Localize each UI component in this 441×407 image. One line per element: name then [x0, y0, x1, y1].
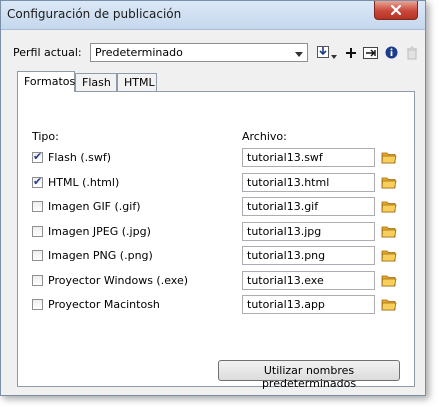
format-row: ✔ Flash (.swf) tutorial13.swf — [18, 148, 414, 170]
folder-icon[interactable] — [381, 199, 397, 214]
type-header: Tipo: — [32, 130, 59, 143]
format-checkbox[interactable] — [32, 299, 43, 310]
format-checkbox[interactable] — [32, 250, 43, 261]
dialog-title: Configuración de publicación — [7, 7, 182, 21]
format-row: Proyector Macintosh tutorial13.app — [18, 295, 414, 317]
profile-selected-value: Predeterminado — [95, 46, 183, 59]
file-name-input[interactable]: tutorial13.app — [242, 295, 375, 314]
check-icon: ✔ — [33, 174, 43, 188]
duplicate-icon — [363, 46, 378, 59]
use-default-names-button[interactable]: Utilizar nombres predeterminados — [218, 360, 400, 390]
file-name-input[interactable]: tutorial13.exe — [242, 270, 375, 290]
folder-icon[interactable] — [381, 175, 397, 190]
format-checkbox[interactable]: ✔ — [32, 150, 43, 163]
format-row: Proyector Windows (.exe) tutorial13.exe — [18, 270, 414, 293]
import-export-icon — [317, 46, 337, 59]
info-icon — [385, 46, 398, 59]
plus-icon — [345, 47, 356, 58]
add-profile-button[interactable] — [341, 43, 360, 62]
format-label: Proyector Windows (.exe) — [48, 273, 189, 287]
profile-info-button[interactable] — [382, 43, 401, 62]
format-checkbox[interactable] — [32, 201, 43, 212]
file-name-input[interactable]: tutorial13.html — [242, 172, 375, 192]
duplicate-profile-button[interactable] — [361, 43, 380, 62]
format-checkbox[interactable] — [32, 225, 43, 237]
file-name-input[interactable]: tutorial13.gif — [242, 197, 375, 216]
check-icon: ✔ — [33, 150, 43, 163]
format-label: HTML (.html) — [48, 175, 120, 189]
close-button[interactable] — [374, 1, 418, 20]
format-row: Imagen JPEG (.jpg) tutorial13.jpg — [18, 221, 414, 244]
file-header: Archivo: — [242, 130, 287, 143]
format-label: Proyector Macintosh — [48, 298, 160, 311]
format-row: Imagen PNG (.png) tutorial13.png — [18, 246, 414, 268]
profile-label: Perfil actual: — [13, 46, 82, 59]
tab-formatos[interactable]: Formatos — [17, 71, 75, 92]
tab-html[interactable]: HTML — [117, 73, 157, 91]
file-name-input[interactable]: tutorial13.jpg — [242, 221, 375, 241]
format-checkbox[interactable]: ✔ — [32, 174, 43, 188]
format-row: Imagen GIF (.gif) tutorial13.gif — [18, 197, 414, 219]
file-name-input[interactable]: tutorial13.png — [242, 246, 375, 265]
tab-flash[interactable]: Flash — [75, 73, 117, 91]
format-checkbox[interactable] — [32, 274, 43, 286]
folder-icon[interactable] — [381, 224, 397, 239]
format-row: ✔ HTML (.html) tutorial13.html — [18, 172, 414, 195]
folder-icon[interactable] — [381, 273, 397, 288]
import-export-button[interactable] — [315, 43, 339, 62]
trash-icon — [406, 46, 417, 59]
close-icon — [391, 5, 401, 15]
format-label: Imagen PNG (.png) — [48, 249, 153, 262]
title-bar: Configuración de publicación — [1, 1, 425, 30]
file-name-input[interactable]: tutorial13.swf — [242, 148, 375, 167]
format-label: Flash (.swf) — [48, 151, 112, 164]
format-label: Imagen JPEG (.jpg) — [48, 224, 151, 238]
delete-profile-button[interactable] — [402, 43, 421, 62]
folder-icon[interactable] — [381, 248, 397, 263]
formats-panel: Tipo: Archivo: ✔ Flash (.swf) tutorial13.s… — [17, 91, 415, 390]
chevron-down-icon — [295, 48, 303, 61]
format-label: Imagen GIF (.gif) — [48, 200, 141, 213]
folder-icon[interactable] — [381, 150, 397, 165]
profile-select[interactable]: Predeterminado — [90, 43, 308, 62]
folder-icon[interactable] — [381, 297, 397, 312]
publish-settings-dialog: Configuración de publicación Perfil actu… — [0, 0, 426, 396]
